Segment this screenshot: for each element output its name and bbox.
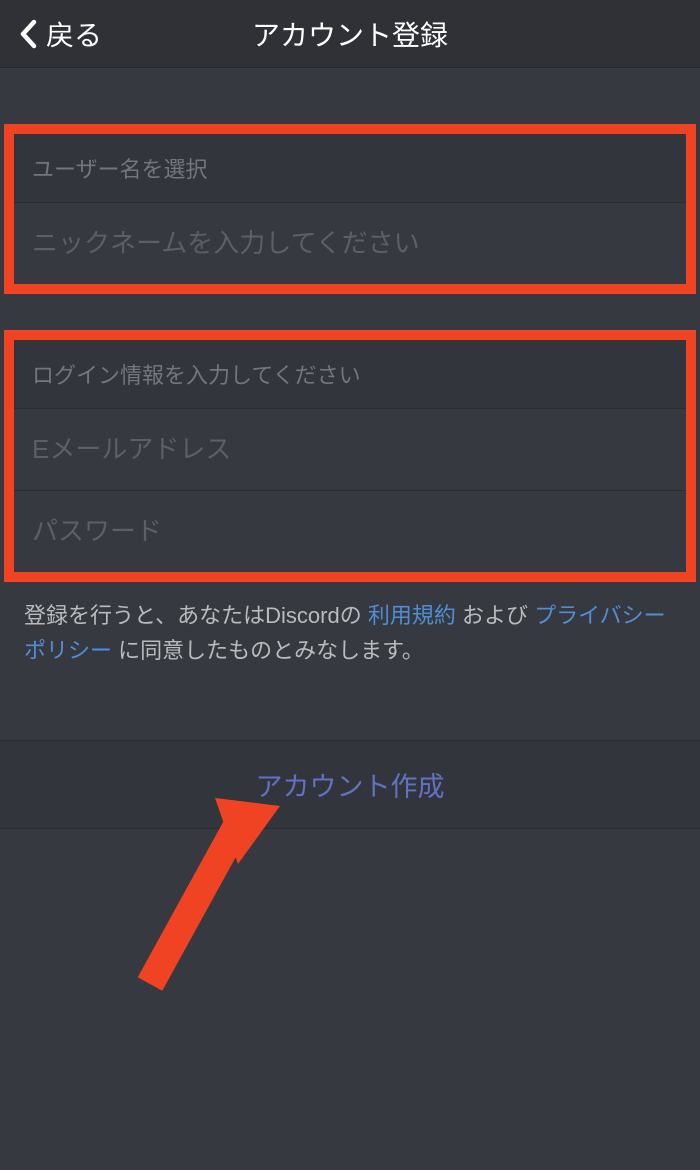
section-spacer: [0, 294, 700, 330]
back-label: 戻る: [46, 14, 102, 54]
username-section-header: ユーザー名を選択: [14, 134, 686, 203]
create-button-container: アカウント作成: [0, 740, 700, 829]
login-section-header: ログイン情報を入力してください: [14, 340, 686, 409]
login-section-highlight: ログイン情報を入力してください: [4, 330, 696, 582]
chevron-left-icon: [18, 17, 38, 51]
disclaimer-middle: および: [456, 603, 534, 628]
page-title: アカウント登録: [252, 14, 448, 54]
email-input[interactable]: [14, 409, 686, 491]
terms-link[interactable]: 利用規約: [368, 603, 456, 628]
header-bar: 戻る アカウント登録: [0, 0, 700, 68]
disclaimer-text: 登録を行うと、あなたはDiscordの 利用規約 および プライバシーポリシー …: [0, 582, 700, 684]
username-section-highlight: ユーザー名を選択: [4, 124, 696, 294]
nickname-input[interactable]: [14, 203, 686, 284]
create-account-button[interactable]: アカウント作成: [0, 741, 700, 828]
disclaimer-prefix: 登録を行うと、あなたはDiscordの: [24, 603, 368, 628]
back-button[interactable]: 戻る: [0, 14, 102, 54]
content-area: ユーザー名を選択 ログイン情報を入力してください 登録を行うと、あなたはDisc…: [0, 68, 700, 829]
disclaimer-suffix: に同意したものとみなします。: [112, 638, 424, 663]
password-input[interactable]: [14, 491, 686, 572]
